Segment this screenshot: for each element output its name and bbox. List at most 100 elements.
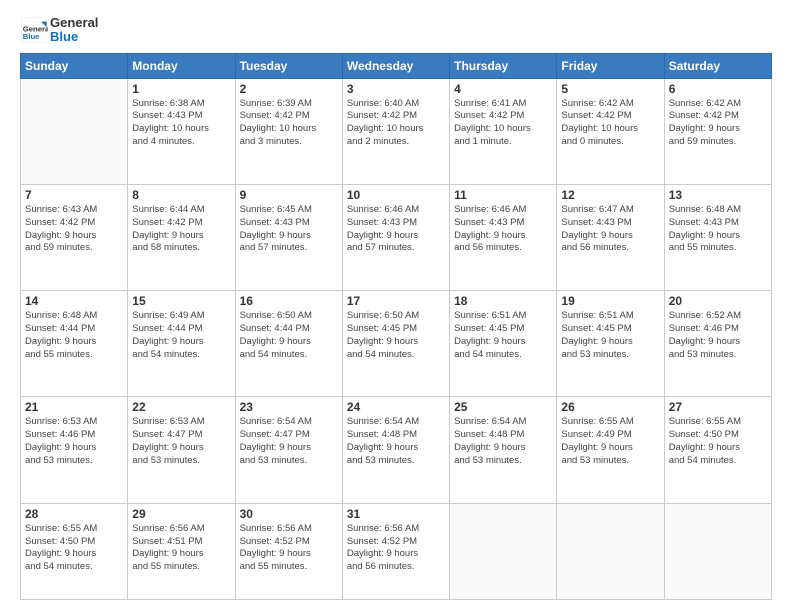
day-number: 7 [25,188,123,202]
day-info: Sunrise: 6:55 AMSunset: 4:49 PMDaylight:… [561,416,659,467]
day-cell: 13Sunrise: 6:48 AMSunset: 4:43 PMDayligh… [664,184,771,290]
day-number: 24 [347,400,445,414]
day-info: Sunrise: 6:52 AMSunset: 4:46 PMDaylight:… [669,310,767,361]
day-number: 19 [561,294,659,308]
day-info: Sunrise: 6:49 AMSunset: 4:44 PMDaylight:… [132,310,230,361]
day-cell: 31Sunrise: 6:56 AMSunset: 4:52 PMDayligh… [342,503,449,599]
day-info: Sunrise: 6:54 AMSunset: 4:48 PMDaylight:… [454,416,552,467]
day-number: 18 [454,294,552,308]
day-number: 21 [25,400,123,414]
day-cell [664,503,771,599]
day-number: 29 [132,507,230,521]
day-info: Sunrise: 6:54 AMSunset: 4:47 PMDaylight:… [240,416,338,467]
day-number: 15 [132,294,230,308]
day-info: Sunrise: 6:46 AMSunset: 4:43 PMDaylight:… [454,204,552,255]
day-number: 10 [347,188,445,202]
day-info: Sunrise: 6:54 AMSunset: 4:48 PMDaylight:… [347,416,445,467]
day-info: Sunrise: 6:51 AMSunset: 4:45 PMDaylight:… [561,310,659,361]
day-cell: 26 Sunrise: 6:55 AMSunset: 4:49 PMDayligh… [557,397,664,503]
day-cell: 23 Sunrise: 6:54 AMSunset: 4:47 PMDayligh… [235,397,342,503]
weekday-header-saturday: Saturday [664,53,771,78]
day-info: Sunrise: 6:47 AMSunset: 4:43 PMDaylight:… [561,204,659,255]
day-info: Sunrise: 6:46 AMSunset: 4:43 PMDaylight:… [347,204,445,255]
day-number: 2 [240,82,338,96]
day-cell: 12 Sunrise: 6:47 AMSunset: 4:43 PMDayligh… [557,184,664,290]
calendar-table: SundayMondayTuesdayWednesdayThursdayFrid… [20,53,772,600]
day-info: Sunrise: 6:55 AMSunset: 4:50 PMDaylight:… [669,416,767,467]
day-cell: 24 Sunrise: 6:54 AMSunset: 4:48 PMDayligh… [342,397,449,503]
day-number: 16 [240,294,338,308]
day-cell: 22Sunrise: 6:53 AMSunset: 4:47 PMDayligh… [128,397,235,503]
day-cell: 4Sunrise: 6:41 AMSunset: 4:42 PMDaylight… [450,78,557,184]
day-number: 12 [561,188,659,202]
day-cell: 5 Sunrise: 6:42 AMSunset: 4:42 PMDaylight… [557,78,664,184]
day-cell: 27Sunrise: 6:55 AMSunset: 4:50 PMDayligh… [664,397,771,503]
day-cell: 30Sunrise: 6:56 AMSunset: 4:52 PMDayligh… [235,503,342,599]
day-number: 25 [454,400,552,414]
day-number: 11 [454,188,552,202]
day-cell: 8 Sunrise: 6:44 AMSunset: 4:42 PMDaylight… [128,184,235,290]
weekday-header-tuesday: Tuesday [235,53,342,78]
svg-text:Blue: Blue [23,32,40,41]
weekday-header-thursday: Thursday [450,53,557,78]
day-cell: 2 Sunrise: 6:39 AMSunset: 4:42 PMDaylight… [235,78,342,184]
day-info: Sunrise: 6:48 AMSunset: 4:43 PMDaylight:… [669,204,767,255]
day-cell: 3Sunrise: 6:40 AMSunset: 4:42 PMDaylight… [342,78,449,184]
day-info: Sunrise: 6:56 AMSunset: 4:51 PMDaylight:… [132,523,230,574]
day-info: Sunrise: 6:39 AMSunset: 4:42 PMDaylight:… [240,98,338,149]
weekday-header-wednesday: Wednesday [342,53,449,78]
weekday-header-sunday: Sunday [21,53,128,78]
day-number: 30 [240,507,338,521]
day-info: Sunrise: 6:43 AMSunset: 4:42 PMDaylight:… [25,204,123,255]
week-row-4: 21 Sunrise: 6:53 AMSunset: 4:46 PMDayligh… [21,397,772,503]
day-number: 22 [132,400,230,414]
day-info: Sunrise: 6:45 AMSunset: 4:43 PMDaylight:… [240,204,338,255]
day-number: 1 [132,82,230,96]
day-number: 5 [561,82,659,96]
day-number: 14 [25,294,123,308]
day-cell: 25 Sunrise: 6:54 AMSunset: 4:48 PMDayligh… [450,397,557,503]
day-cell [21,78,128,184]
day-info: Sunrise: 6:55 AMSunset: 4:50 PMDaylight:… [25,523,123,574]
day-cell: 1 Sunrise: 6:38 AMSunset: 4:43 PMDaylight… [128,78,235,184]
day-info: Sunrise: 6:41 AMSunset: 4:42 PMDaylight:… [454,98,552,149]
week-row-3: 14 Sunrise: 6:48 AMSunset: 4:44 PMDayligh… [21,291,772,397]
day-info: Sunrise: 6:42 AMSunset: 4:42 PMDaylight:… [561,98,659,149]
day-cell: 15 Sunrise: 6:49 AMSunset: 4:44 PMDayligh… [128,291,235,397]
day-info: Sunrise: 6:38 AMSunset: 4:43 PMDaylight:… [132,98,230,149]
day-info: Sunrise: 6:50 AMSunset: 4:45 PMDaylight:… [347,310,445,361]
week-row-2: 7 Sunrise: 6:43 AMSunset: 4:42 PMDaylight… [21,184,772,290]
weekday-header-row: SundayMondayTuesdayWednesdayThursdayFrid… [21,53,772,78]
day-number: 3 [347,82,445,96]
day-cell [557,503,664,599]
day-info: Sunrise: 6:51 AMSunset: 4:45 PMDaylight:… [454,310,552,361]
day-cell: 16 Sunrise: 6:50 AMSunset: 4:44 PMDayligh… [235,291,342,397]
day-info: Sunrise: 6:53 AMSunset: 4:46 PMDaylight:… [25,416,123,467]
day-number: 20 [669,294,767,308]
day-cell: 28Sunrise: 6:55 AMSunset: 4:50 PMDayligh… [21,503,128,599]
day-number: 23 [240,400,338,414]
weekday-header-monday: Monday [128,53,235,78]
day-cell [450,503,557,599]
day-number: 17 [347,294,445,308]
day-info: Sunrise: 6:50 AMSunset: 4:44 PMDaylight:… [240,310,338,361]
day-cell: 9 Sunrise: 6:45 AMSunset: 4:43 PMDaylight… [235,184,342,290]
day-cell: 10 Sunrise: 6:46 AMSunset: 4:43 PMDayligh… [342,184,449,290]
day-cell: 19 Sunrise: 6:51 AMSunset: 4:45 PMDayligh… [557,291,664,397]
day-number: 6 [669,82,767,96]
day-cell: 7 Sunrise: 6:43 AMSunset: 4:42 PMDaylight… [21,184,128,290]
weekday-header-friday: Friday [557,53,664,78]
day-cell: 20 Sunrise: 6:52 AMSunset: 4:46 PMDayligh… [664,291,771,397]
header: General Blue General Blue [20,16,772,45]
day-number: 26 [561,400,659,414]
day-cell: 29 Sunrise: 6:56 AMSunset: 4:51 PMDayligh… [128,503,235,599]
day-info: Sunrise: 6:44 AMSunset: 4:42 PMDaylight:… [132,204,230,255]
day-number: 8 [132,188,230,202]
day-number: 9 [240,188,338,202]
day-cell: 18 Sunrise: 6:51 AMSunset: 4:45 PMDayligh… [450,291,557,397]
day-info: Sunrise: 6:56 AMSunset: 4:52 PMDaylight:… [347,523,445,574]
day-cell: 11 Sunrise: 6:46 AMSunset: 4:43 PMDayligh… [450,184,557,290]
day-cell: 6 Sunrise: 6:42 AMSunset: 4:42 PMDaylight… [664,78,771,184]
day-info: Sunrise: 6:42 AMSunset: 4:42 PMDaylight:… [669,98,767,149]
day-info: Sunrise: 6:48 AMSunset: 4:44 PMDaylight:… [25,310,123,361]
